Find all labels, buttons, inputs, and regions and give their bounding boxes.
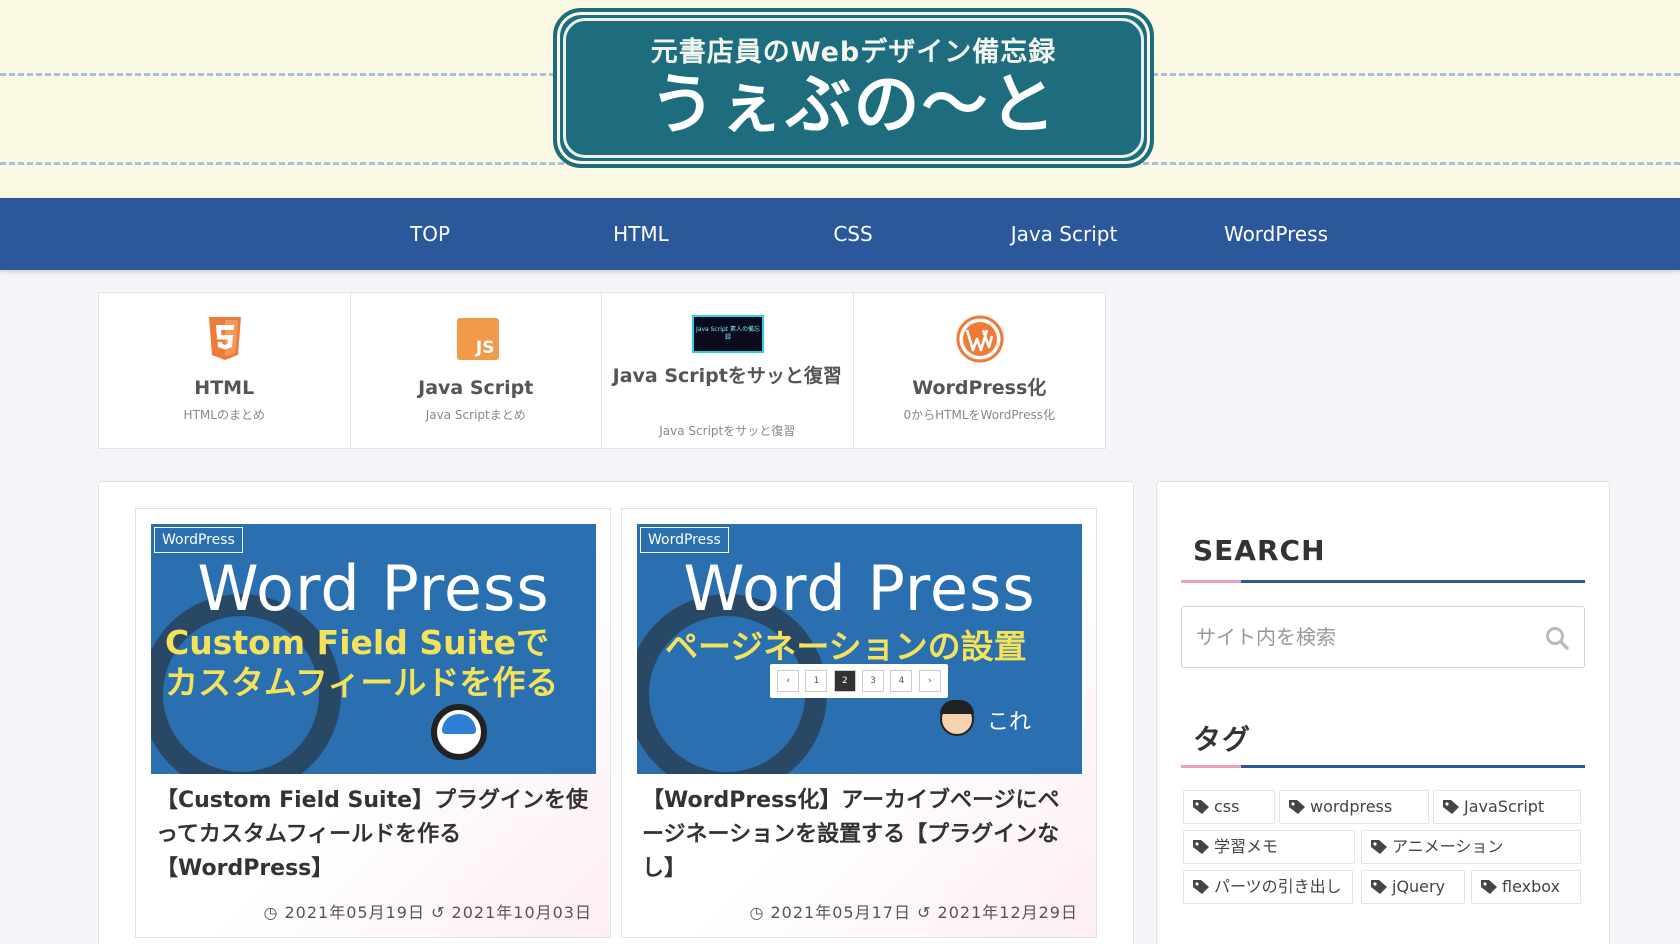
category-description: 0からHTMLをWordPress化: [903, 408, 1055, 422]
tag-label: css: [1214, 797, 1240, 816]
tag-icon: [1371, 840, 1387, 854]
published-date: 2021年05月17日: [770, 903, 911, 922]
tag-icon: [1193, 880, 1209, 894]
post-thumbnail[interactable]: Word Press ページネーションの設置 ‹ 1 2 3 4 › これ Wo…: [637, 524, 1082, 774]
updated-date: 2021年12月29日: [937, 903, 1078, 922]
category-description: Java Scriptをサッと復習: [659, 424, 796, 438]
tag-label: パーツの引き出し: [1214, 877, 1342, 896]
tag-jquery[interactable]: jQuery: [1361, 870, 1465, 904]
tag-label: 学習メモ: [1214, 837, 1279, 856]
sidebar: SEARCH タグ css wordpress JavaScript 学習メモ …: [1156, 481, 1610, 944]
tag-icon: [1481, 880, 1497, 894]
post-dates: ◷ 2021年05月17日 ↺ 2021年12月29日: [749, 899, 1078, 923]
tag-label: アニメーション: [1392, 837, 1504, 856]
category-title: Java Script: [418, 377, 534, 399]
tag-animation[interactable]: アニメーション: [1361, 830, 1581, 864]
post-card[interactable]: Word Press Custom Field Suiteで カスタムフィールド…: [135, 508, 611, 938]
category-badge: WordPress: [154, 527, 243, 553]
category-cards: HTML HTMLのまとめ JS Java Script Java Script…: [98, 292, 1106, 449]
category-card-javascript-review[interactable]: Java Script 素人の備忘録 Java Scriptをサッと復習 Jav…: [602, 293, 854, 448]
tag-label: jQuery: [1392, 877, 1446, 896]
wordpress-icon: [956, 315, 1003, 363]
tag-icon: [1193, 840, 1209, 854]
tag-icon: [1443, 800, 1459, 814]
tag-icon: [1289, 800, 1305, 814]
person-illustration-icon: [940, 700, 974, 736]
category-description: HTMLのまとめ: [183, 408, 265, 422]
search-form: [1181, 606, 1585, 668]
thumbnail-heading: Word Press: [197, 552, 550, 625]
tag-icon: [1193, 800, 1209, 814]
post-thumbnail[interactable]: Word Press Custom Field Suiteで カスタムフィールド…: [151, 524, 596, 774]
tag-javascript[interactable]: JavaScript: [1433, 790, 1581, 824]
tag-css[interactable]: css: [1183, 790, 1275, 824]
pager-page: 4: [890, 670, 913, 692]
tag-icon: [1371, 880, 1387, 894]
thumbnail-heading: Word Press: [683, 552, 1036, 625]
updated-date: 2021年10月03日: [451, 903, 592, 922]
clock-icon: ◷: [263, 903, 279, 922]
logo-title: うぇぶの〜と: [649, 66, 1058, 143]
category-card-wordpress[interactable]: WordPress化 0からHTMLをWordPress化: [854, 293, 1106, 448]
nav-item-top[interactable]: TOP: [330, 198, 530, 270]
updated-icon: ↺: [917, 903, 932, 922]
helmet-gear-icon: [431, 704, 487, 760]
search-icon[interactable]: [1544, 625, 1570, 651]
pager-next: ›: [918, 670, 941, 692]
heading-underline: [1181, 580, 1585, 583]
tags-heading: タグ: [1193, 723, 1252, 756]
site-logo[interactable]: 元書店員のWebデザイン備忘録 うぇぶの〜と: [553, 8, 1154, 168]
heading-underline: [1181, 765, 1585, 768]
pager-prev: ‹: [777, 670, 800, 692]
js-icon: JS: [456, 318, 499, 360]
tag-study-memo[interactable]: 学習メモ: [1183, 830, 1355, 864]
clock-icon: ◷: [749, 903, 765, 922]
logo-subtitle: 元書店員のWebデザイン備忘録: [650, 37, 1057, 68]
global-nav: TOP HTML CSS Java Script WordPress: [0, 198, 1680, 270]
pagination-illustration: ‹ 1 2 3 4 ›: [770, 664, 948, 698]
pager-page-current: 2: [833, 670, 856, 692]
category-title: Java Scriptをサッと復習: [612, 365, 842, 387]
category-title: WordPress化: [912, 377, 1047, 399]
updated-icon: ↺: [431, 903, 446, 922]
published-date: 2021年05月19日: [284, 903, 425, 922]
tag-label: wordpress: [1310, 797, 1393, 816]
category-card-javascript[interactable]: JS Java Script Java Scriptまとめ: [351, 293, 602, 448]
pager-page: 1: [805, 670, 828, 692]
js-icon-text: JS: [475, 338, 495, 358]
js-review-thumbnail-text: Java Script 素人の備忘録: [696, 326, 760, 341]
nav-item-html[interactable]: HTML: [541, 198, 741, 270]
pager-page: 3: [862, 670, 885, 692]
tag-wordpress[interactable]: wordpress: [1279, 790, 1429, 824]
thumbnail-line: ページネーションの設置: [665, 627, 1027, 666]
thumbnail-line: カスタムフィールドを作る: [165, 663, 559, 702]
thumbnail-note: これ: [987, 710, 1032, 735]
tag-flexbox[interactable]: flexbox: [1471, 870, 1581, 904]
search-heading: SEARCH: [1193, 534, 1326, 567]
js-review-thumbnail: Java Script 素人の備忘録: [692, 315, 764, 353]
post-dates: ◷ 2021年05月19日 ↺ 2021年10月03日: [263, 899, 592, 923]
nav-item-css[interactable]: CSS: [753, 198, 953, 270]
nav-item-javascript[interactable]: Java Script: [964, 198, 1164, 270]
nav-item-wordpress[interactable]: WordPress: [1176, 198, 1376, 270]
post-title[interactable]: 【Custom Field Suite】プラグインを使ってカスタムフィールドを作…: [156, 784, 592, 886]
category-badge: WordPress: [640, 527, 729, 553]
post-card[interactable]: Word Press ページネーションの設置 ‹ 1 2 3 4 › これ Wo…: [621, 508, 1097, 938]
category-description: Java Scriptまとめ: [425, 408, 526, 422]
tag-label: flexbox: [1502, 877, 1561, 896]
post-list: Word Press Custom Field Suiteで カスタムフィールド…: [98, 481, 1134, 944]
search-input[interactable]: [1182, 607, 1584, 667]
category-title: HTML: [194, 377, 255, 399]
post-title[interactable]: 【WordPress化】アーカイブページにページネーションを設置する【プラグイン…: [642, 784, 1078, 886]
category-card-html[interactable]: HTML HTMLのまとめ: [99, 293, 351, 448]
tag-parts[interactable]: パーツの引き出し: [1183, 870, 1353, 904]
html5-icon: [209, 317, 241, 360]
tag-label: JavaScript: [1464, 797, 1545, 816]
site-header: 元書店員のWebデザイン備忘録 うぇぶの〜と: [0, 0, 1680, 198]
